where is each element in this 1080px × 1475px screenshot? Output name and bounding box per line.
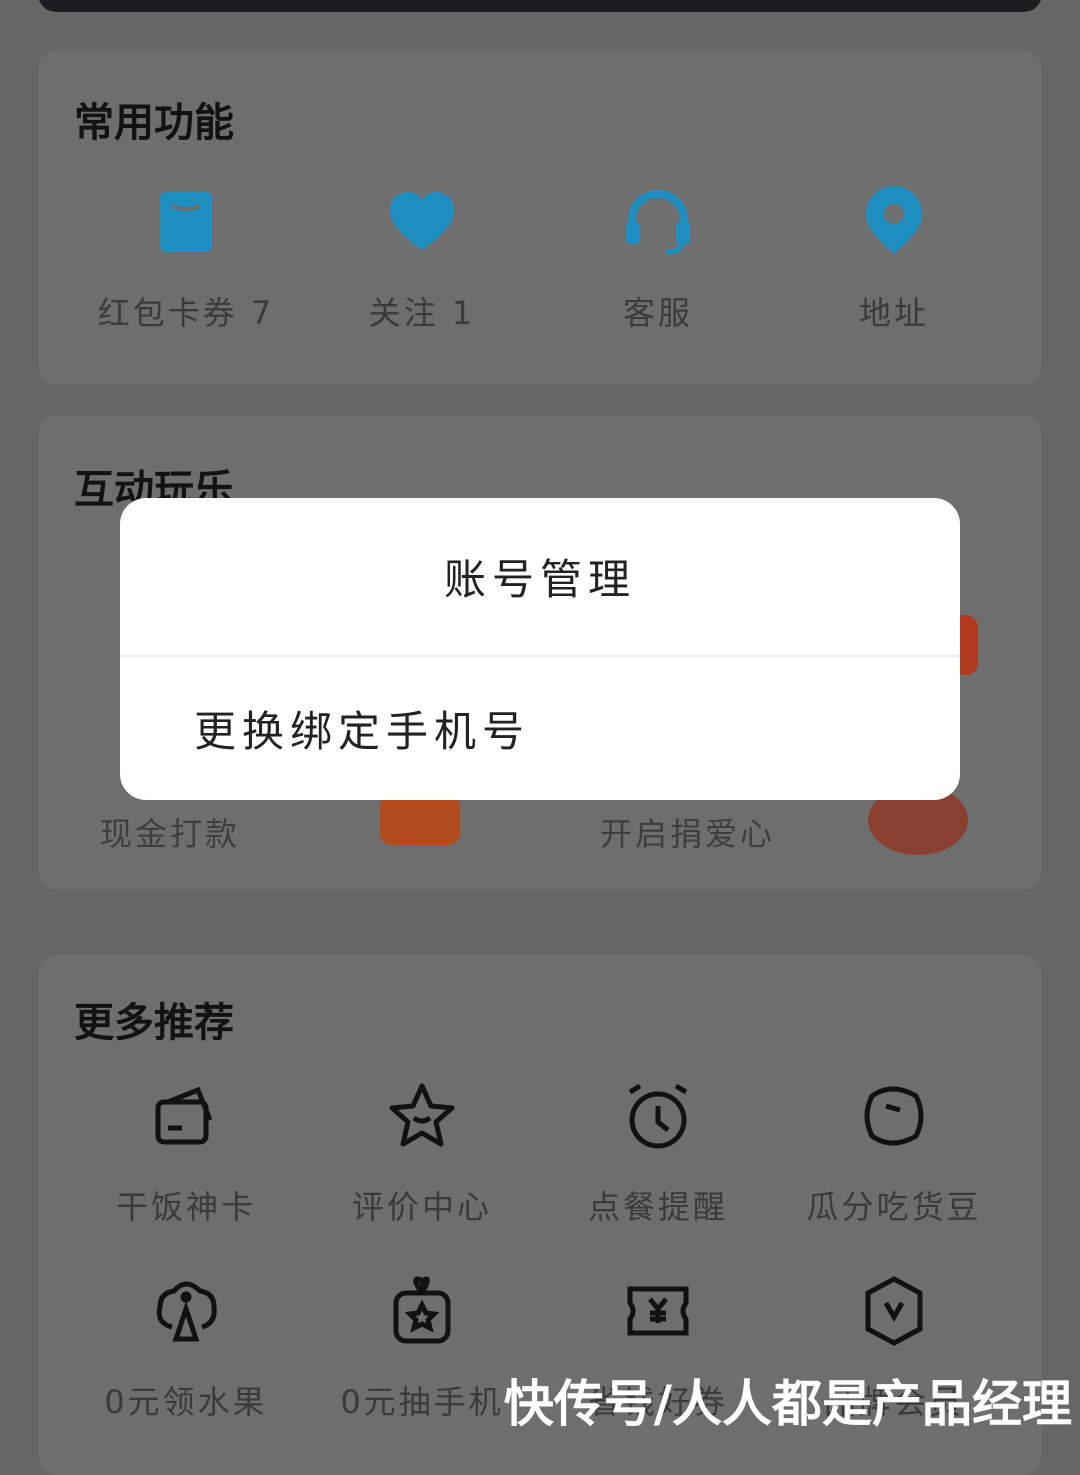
location-pin-icon (866, 186, 922, 254)
order-reminder-button[interactable]: 点餐提醒 (540, 1080, 776, 1228)
headset-icon (626, 190, 690, 255)
card-icon (155, 1086, 213, 1145)
heart-icon (390, 192, 454, 250)
alarm-clock-icon (628, 1083, 688, 1149)
bean-icon (864, 1086, 924, 1146)
coupon-button[interactable]: 红包卡券 7 (68, 186, 304, 334)
address-button[interactable]: 地址 (776, 186, 1012, 334)
gift-box-icon (393, 1276, 451, 1344)
section-title: 更多推荐 (74, 1000, 234, 1046)
bean-share-button[interactable]: 瓜分吃货豆 (776, 1080, 1012, 1228)
change-phone-option[interactable]: 更换绑定手机号 (120, 657, 960, 800)
follow-button[interactable]: 关注 1 (304, 186, 540, 334)
watermark: 快传号/人人都是产品经理 (503, 1375, 1072, 1433)
account-management-dialog: 账号管理 更换绑定手机号 (120, 498, 960, 800)
red-envelope-icon (380, 795, 460, 845)
cash-payout-subtitle[interactable]: 现金打款 (100, 809, 240, 855)
meal-card-button[interactable]: 干饭神卡 (68, 1080, 304, 1228)
vip-icon (865, 1276, 923, 1346)
common-functions-card: 常用功能 红包卡券 7 关注 1 客服 地址 (38, 50, 1042, 385)
review-center-button[interactable]: 评价中心 (304, 1080, 540, 1228)
dialog-title: 账号管理 (443, 555, 636, 604)
customer-service-button[interactable]: 客服 (540, 186, 776, 334)
donate-subtitle[interactable]: 开启捐爱心 (600, 809, 775, 855)
top-banner (38, 0, 1042, 12)
yuan-ticket-icon (627, 1286, 689, 1336)
section-title: 常用功能 (74, 100, 234, 146)
tree-icon (156, 1281, 217, 1342)
coupon-icon (160, 192, 212, 252)
free-fruit-button[interactable]: 0元领水果 (68, 1275, 304, 1423)
star-icon (389, 1083, 455, 1147)
